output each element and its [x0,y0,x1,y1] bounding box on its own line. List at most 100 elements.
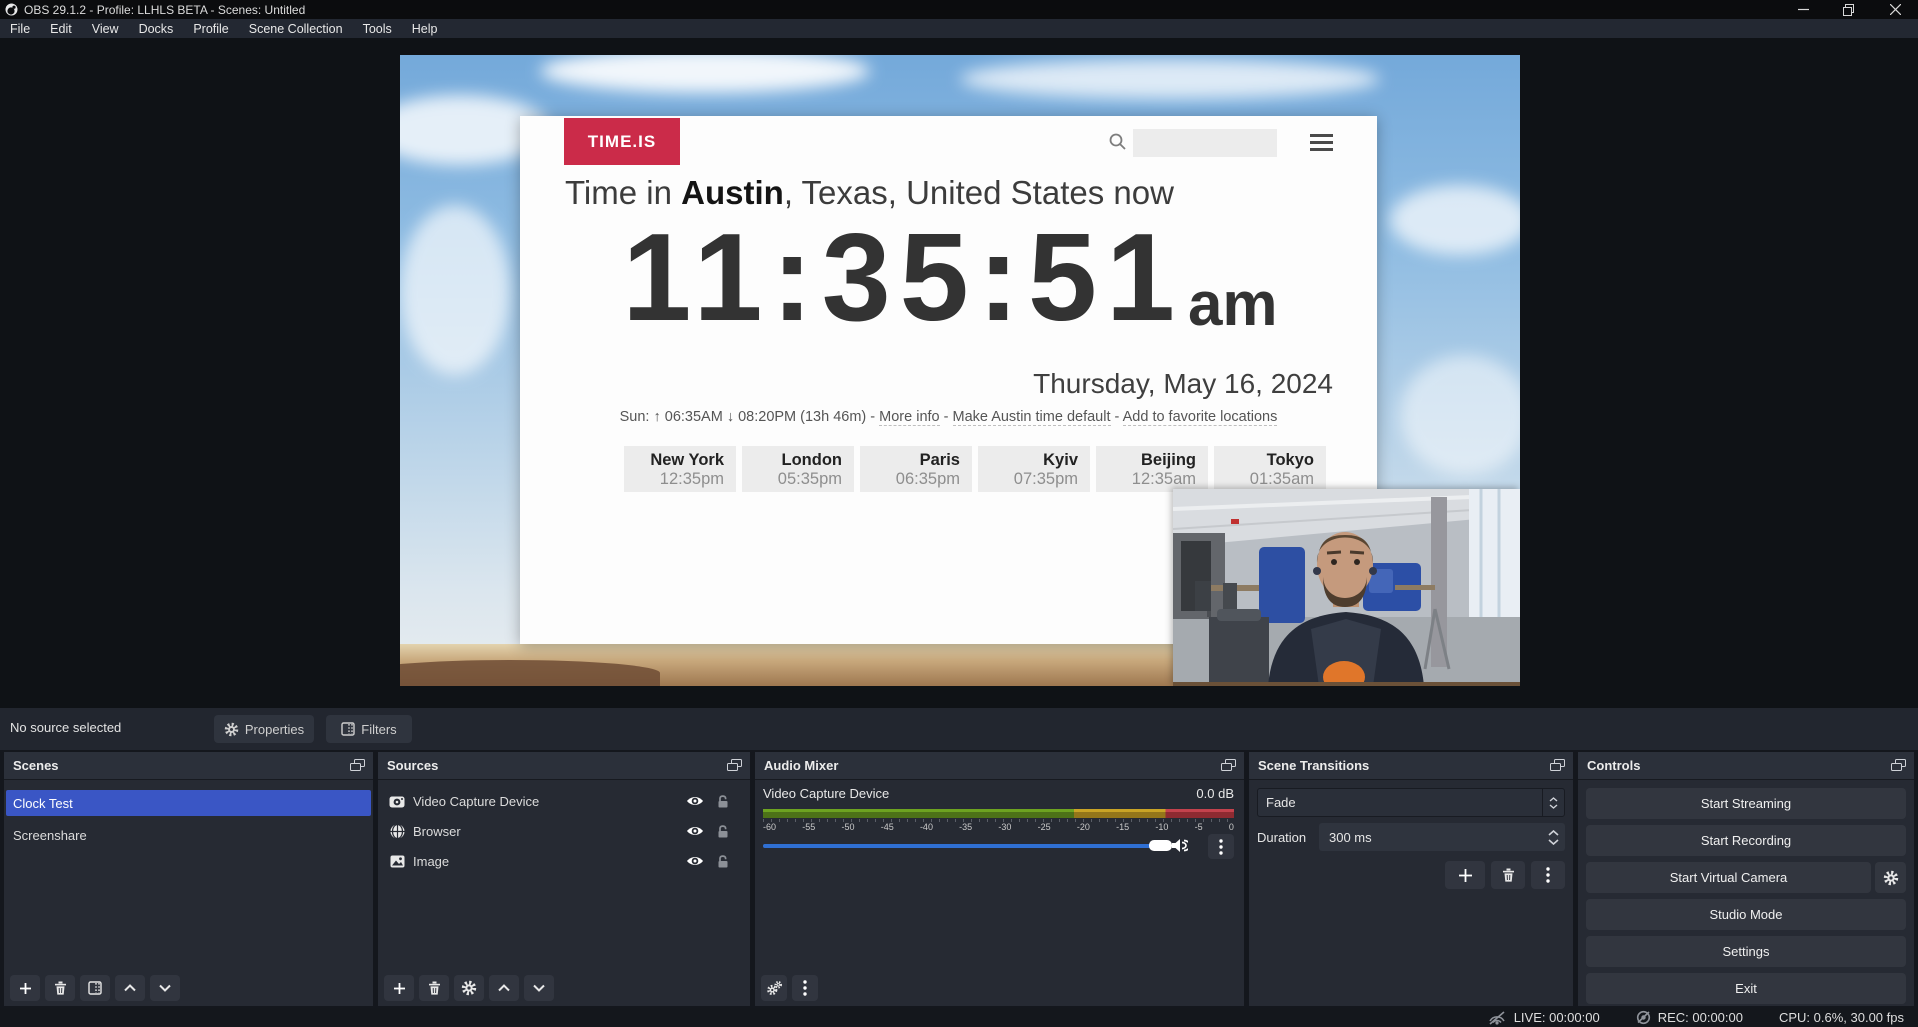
transitions-title: Scene Transitions [1258,758,1369,773]
menu-tools[interactable]: Tools [353,19,402,38]
add-scene-button[interactable] [10,975,40,1001]
filters-button[interactable]: Filters [326,715,412,743]
no-source-selected-label: No source selected [10,720,121,735]
menu-view[interactable]: View [82,19,129,38]
world-clock-row: New York12:35pm London05:35pm Paris06:35… [624,446,1326,492]
studio-mode-button[interactable]: Studio Mode [1586,899,1906,930]
menu-profile[interactable]: Profile [183,19,238,38]
time-ampm: am [1188,269,1278,340]
menu-scene-collection[interactable]: Scene Collection [239,19,353,38]
move-scene-up-button[interactable] [115,975,145,1001]
advanced-audio-button[interactable] [761,975,787,1001]
speaker-icon[interactable] [1171,838,1188,853]
start-recording-button[interactable]: Start Recording [1586,825,1906,856]
menu-docks[interactable]: Docks [129,19,184,38]
audio-mixer-header[interactable]: Audio Mixer [755,752,1244,780]
exit-button[interactable]: Exit [1586,973,1906,1004]
mixer-menu-button[interactable] [792,975,818,1001]
volume-slider[interactable] [763,844,1171,848]
city-beijing[interactable]: Beijing12:35am [1096,446,1208,492]
add-favorite-link[interactable]: Add to favorite locations [1123,409,1278,426]
cpu-status: CPU: 0.6%, 30.00 fps [1779,1010,1904,1025]
scene-item-clock-test[interactable]: Clock Test [6,790,371,816]
sources-panel: Sources Video Capture Device Browser [378,752,750,1006]
scenes-title: Scenes [13,758,59,773]
lock-icon[interactable] [717,794,729,808]
source-properties-button[interactable] [454,975,484,1001]
sources-header[interactable]: Sources [378,752,750,780]
popout-icon[interactable] [350,759,365,772]
scenes-header[interactable]: Scenes [4,752,373,780]
move-scene-down-button[interactable] [150,975,180,1001]
transition-actions [1445,861,1565,889]
duration-spinbox[interactable]: 300 ms [1319,823,1565,851]
scene-item-screenshare[interactable]: Screenshare [6,822,371,848]
search-input[interactable] [1133,129,1277,157]
source-item-image[interactable]: Image [380,848,748,874]
filter-icon [341,722,355,736]
add-transition-button[interactable] [1445,861,1485,889]
minimize-button[interactable] [1780,0,1826,19]
volume-meter-scale: -60-55-50-45-40-35-30-25-20-15-10-50 [763,819,1234,836]
preview-area: TIME.IS Time in Austin, Texas, United St… [0,38,1918,708]
page-title: Time in Austin, Texas, United States now [565,174,1174,212]
popout-icon[interactable] [1221,759,1236,772]
duration-spinner[interactable] [1548,830,1559,845]
source-item-video-capture[interactable]: Video Capture Device [380,788,748,814]
transitions-header[interactable]: Scene Transitions [1249,752,1573,780]
scene-filters-button[interactable] [80,975,110,1001]
lock-icon[interactable] [717,824,729,838]
city-tokyo[interactable]: Tokyo01:35am [1214,446,1326,492]
visibility-eye-icon[interactable] [686,825,704,837]
scene-transitions-panel: Scene Transitions Fade Duration 300 ms [1249,752,1573,1006]
transition-properties-button[interactable] [1531,861,1565,889]
current-date: Thursday, May 16, 2024 [1033,368,1333,400]
menu-file[interactable]: File [0,19,40,38]
city-kyiv[interactable]: Kyiv07:35pm [978,446,1090,492]
maximize-button[interactable] [1826,0,1872,19]
remove-transition-button[interactable] [1491,861,1525,889]
move-source-up-button[interactable] [489,975,519,1001]
volume-slider-handle[interactable] [1149,840,1172,851]
popout-icon[interactable] [1550,759,1565,772]
obs-window: OBS 29.1.2 - Profile: LLHLS BETA - Scene… [0,0,1918,1027]
properties-button[interactable]: Properties [214,715,314,743]
mixer-channel-menu-button[interactable] [1208,834,1234,859]
controls-header[interactable]: Controls [1578,752,1914,780]
popout-icon[interactable] [1891,759,1906,772]
menu-bar: File Edit View Docks Profile Scene Colle… [0,19,1918,38]
popout-icon[interactable] [727,759,742,772]
lock-icon[interactable] [717,854,729,868]
start-streaming-button[interactable]: Start Streaming [1586,788,1906,819]
settings-button[interactable]: Settings [1586,936,1906,967]
transition-selected-value: Fade [1266,795,1296,810]
source-item-browser[interactable]: Browser [380,818,748,844]
cloud [400,205,510,375]
start-virtual-camera-button[interactable]: Start Virtual Camera [1586,862,1871,893]
city-newyork[interactable]: New York12:35pm [624,446,736,492]
search-icon [1108,132,1128,152]
program-canvas[interactable]: TIME.IS Time in Austin, Texas, United St… [400,55,1520,686]
title-bar: OBS 29.1.2 - Profile: LLHLS BETA - Scene… [0,0,1918,19]
city-london[interactable]: London05:35pm [742,446,854,492]
remove-source-button[interactable] [419,975,449,1001]
close-button[interactable] [1872,0,1918,19]
virtual-camera-settings-button[interactable] [1875,862,1906,893]
move-source-down-button[interactable] [524,975,554,1001]
menu-edit[interactable]: Edit [40,19,82,38]
remove-scene-button[interactable] [45,975,75,1001]
combo-spinner[interactable] [1542,789,1564,816]
visibility-eye-icon[interactable] [686,855,704,867]
city-paris[interactable]: Paris06:35pm [860,446,972,492]
menu-help[interactable]: Help [402,19,448,38]
hamburger-menu-icon[interactable] [1310,134,1333,151]
add-source-button[interactable] [384,975,414,1001]
more-info-link[interactable]: More info [879,409,939,426]
dock-area: Scenes Clock Test Screenshare Sources [0,750,1918,1008]
gear-icon [224,722,239,737]
controls-title: Controls [1587,758,1640,773]
make-default-link[interactable]: Make Austin time default [953,409,1111,426]
transition-select[interactable]: Fade [1257,788,1565,817]
scenes-panel: Scenes Clock Test Screenshare [4,752,373,1006]
visibility-eye-icon[interactable] [686,795,704,807]
